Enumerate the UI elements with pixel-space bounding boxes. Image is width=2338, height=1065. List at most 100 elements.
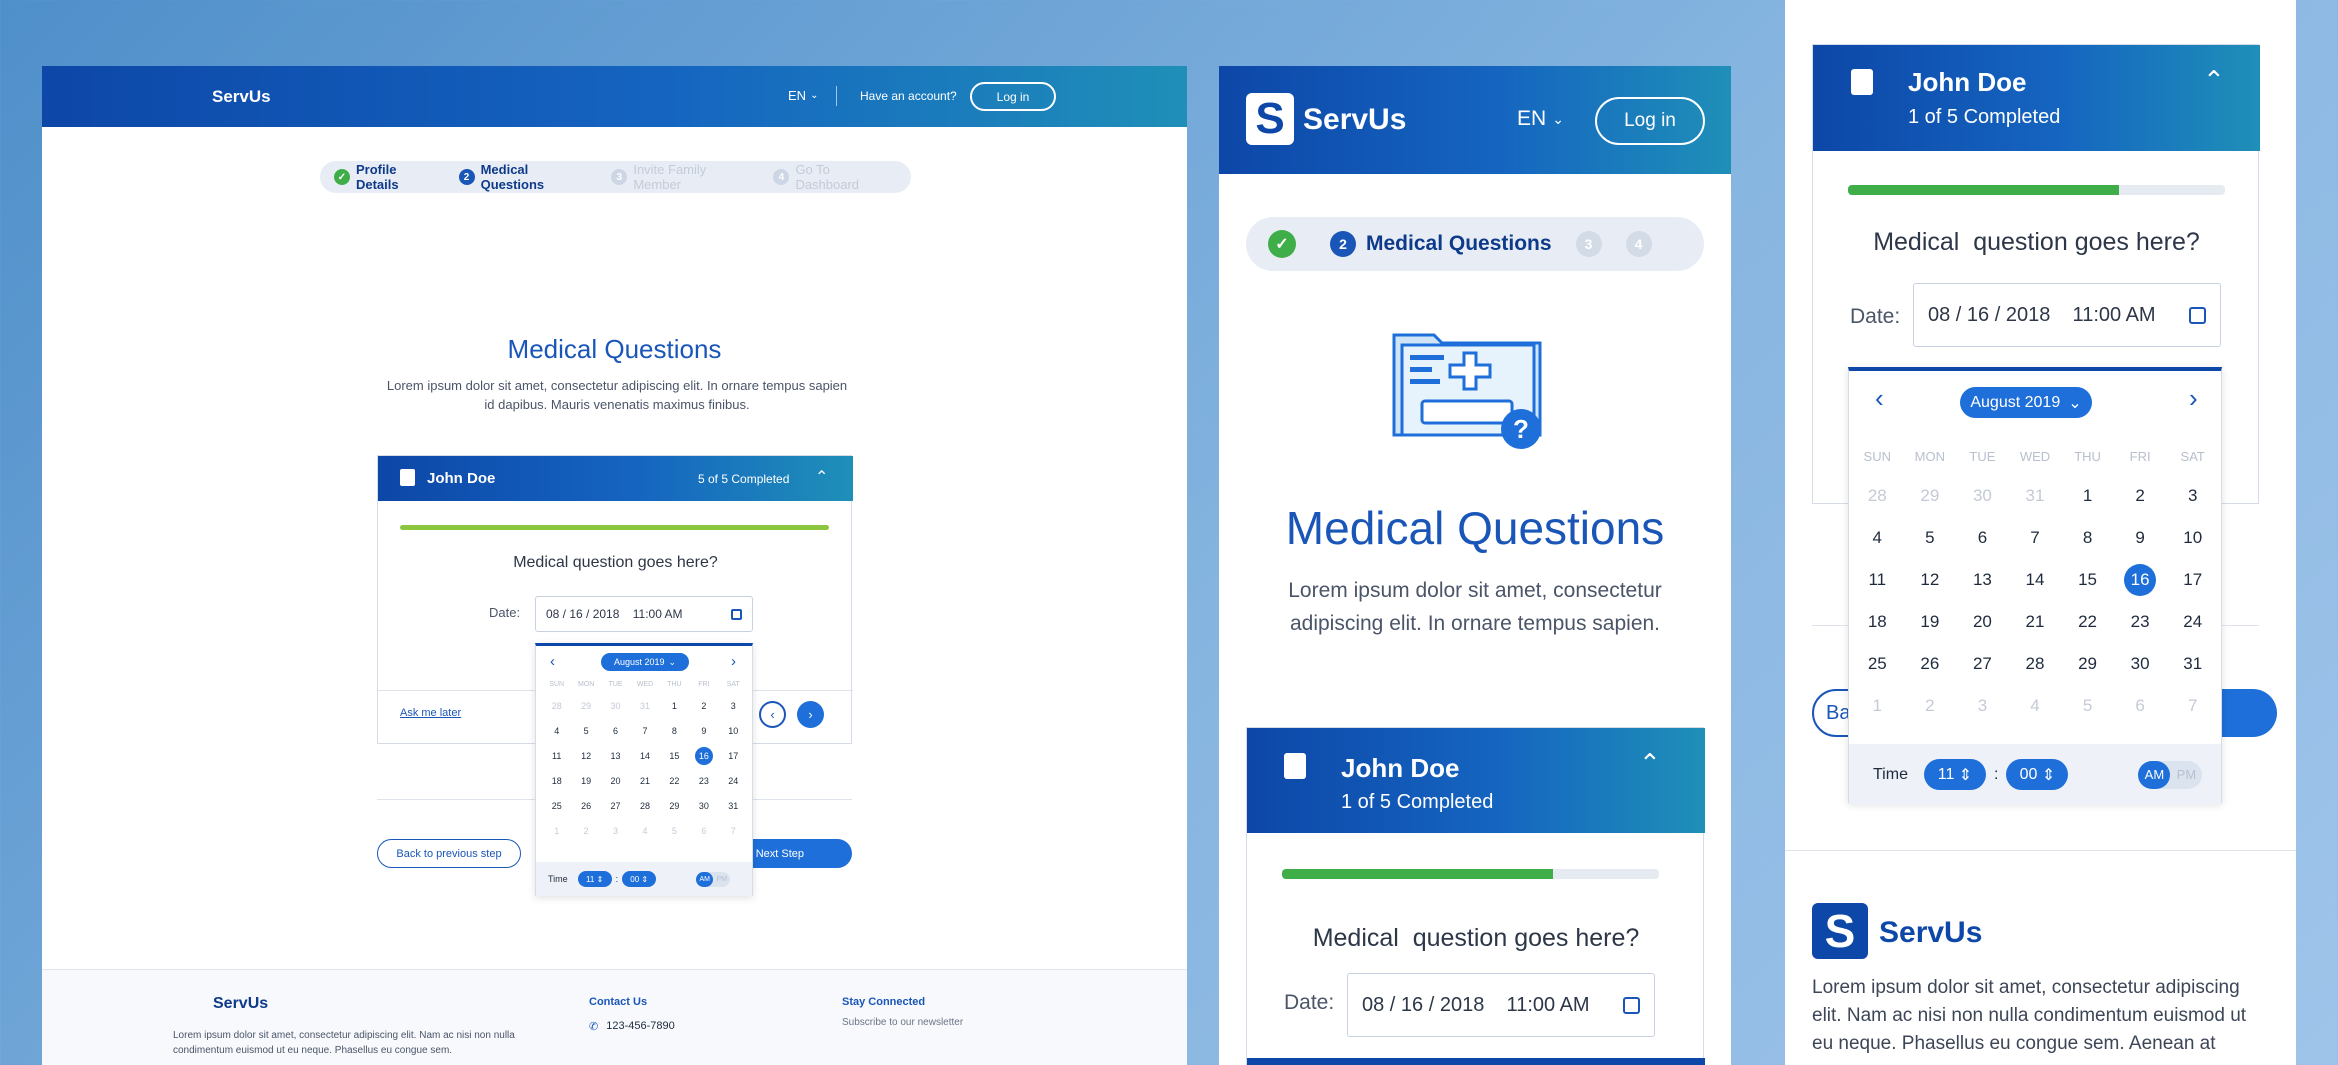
prev-question-button[interactable]: ‹: [759, 701, 786, 728]
calendar-day[interactable]: 31: [2009, 480, 2062, 512]
calendar-day[interactable]: 15: [660, 747, 689, 765]
calendar-day[interactable]: 10: [719, 722, 748, 740]
am-option[interactable]: AM: [696, 871, 714, 887]
calendar-day[interactable]: 21: [630, 772, 659, 790]
step-profile-details[interactable]: ✓ Profile Details: [334, 162, 443, 192]
calendar-day[interactable]: 3: [2166, 480, 2219, 512]
calendar-day[interactable]: 28: [542, 697, 571, 715]
card-header[interactable]: John Doe 1 of 5 Completed ⌃: [1813, 45, 2260, 151]
calendar-day[interactable]: 12: [1904, 564, 1957, 596]
calendar-day[interactable]: 21: [2009, 606, 2062, 638]
calendar-day[interactable]: 3: [1956, 690, 2009, 722]
calendar-day[interactable]: 22: [2061, 606, 2114, 638]
date-input[interactable]: 08 / 16 / 2018 11:00 AM: [1347, 973, 1655, 1037]
minute-stepper[interactable]: 00 ⇕: [2006, 759, 2069, 790]
contact-phone[interactable]: ✆ 123-456-7890: [589, 1020, 675, 1033]
step-number[interactable]: 4: [1625, 231, 1652, 257]
calendar-day[interactable]: 16: [2114, 564, 2167, 596]
card-header[interactable]: John Doe 5 of 5 Completed ⌃: [378, 456, 853, 501]
calendar-day[interactable]: 12: [571, 747, 600, 765]
calendar-day[interactable]: 22: [660, 772, 689, 790]
calendar-day[interactable]: 15: [2061, 564, 2114, 596]
calendar-day[interactable]: 30: [1956, 480, 2009, 512]
language-select[interactable]: EN ⌄: [1517, 107, 1564, 131]
calendar-day[interactable]: 6: [601, 722, 630, 740]
calendar-day[interactable]: 4: [2009, 690, 2062, 722]
calendar-day[interactable]: 28: [1851, 480, 1904, 512]
calendar-day[interactable]: 24: [2166, 606, 2219, 638]
servus-logo-icon[interactable]: S: [1812, 903, 1868, 959]
chevron-up-icon[interactable]: ⌃: [815, 467, 828, 487]
calendar-day[interactable]: 5: [571, 722, 600, 740]
month-select[interactable]: August 2019 ⌄: [1960, 387, 2092, 418]
calendar-day[interactable]: 14: [630, 747, 659, 765]
calendar-day[interactable]: 19: [1904, 606, 1957, 638]
calendar-day[interactable]: 31: [630, 697, 659, 715]
calendar-day[interactable]: 6: [2114, 690, 2167, 722]
calendar-day[interactable]: 27: [1956, 648, 2009, 680]
calendar-day[interactable]: 25: [1851, 648, 1904, 680]
calendar-day[interactable]: 1: [1851, 690, 1904, 722]
next-question-button[interactable]: ›: [797, 701, 824, 728]
calendar-day[interactable]: 8: [2061, 522, 2114, 554]
calendar-day[interactable]: 5: [2061, 690, 2114, 722]
chevron-right-icon[interactable]: ›: [731, 653, 736, 670]
calendar-day[interactable]: 20: [1956, 606, 2009, 638]
calendar-day[interactable]: 7: [2166, 690, 2219, 722]
calendar-day[interactable]: 23: [689, 772, 718, 790]
calendar-day[interactable]: 29: [2061, 648, 2114, 680]
calendar-day[interactable]: 9: [2114, 522, 2167, 554]
calendar-day[interactable]: 7: [2009, 522, 2062, 554]
calendar-day[interactable]: 30: [601, 697, 630, 715]
date-input[interactable]: 08 / 16 / 2018 11:00 AM: [1913, 283, 2221, 347]
calendar-day[interactable]: 24: [719, 772, 748, 790]
calendar-day[interactable]: 28: [630, 797, 659, 815]
calendar-day[interactable]: 13: [601, 747, 630, 765]
hour-stepper[interactable]: 11 ⇕: [577, 871, 612, 887]
calendar-day[interactable]: 4: [1851, 522, 1904, 554]
calendar-day[interactable]: 7: [630, 722, 659, 740]
calendar-day[interactable]: 2: [2114, 480, 2167, 512]
date-input[interactable]: 08 / 16 / 2018 11:00 AM: [535, 596, 753, 632]
calendar-day[interactable]: 30: [689, 797, 718, 815]
calendar-day[interactable]: 30: [2114, 648, 2167, 680]
calendar-day[interactable]: 1: [542, 822, 571, 840]
calendar-day[interactable]: 19: [571, 772, 600, 790]
calendar-day[interactable]: 16: [689, 747, 718, 765]
language-select[interactable]: EN ⌄: [788, 88, 818, 103]
calendar-day[interactable]: 3: [719, 697, 748, 715]
calendar-day[interactable]: 17: [2166, 564, 2219, 596]
ampm-toggle[interactable]: AM PM: [696, 871, 731, 887]
calendar-day[interactable]: 18: [542, 772, 571, 790]
back-button[interactable]: Back to previous step: [377, 839, 521, 868]
step-medical-questions[interactable]: 2 Medical Questions: [1330, 231, 1552, 257]
calendar-day[interactable]: 8: [660, 722, 689, 740]
check-icon[interactable]: ✓: [1268, 230, 1296, 258]
calendar-day[interactable]: 31: [719, 797, 748, 815]
calendar-day[interactable]: 17: [719, 747, 748, 765]
calendar-day[interactable]: 5: [1904, 522, 1957, 554]
chevron-right-icon[interactable]: ›: [2189, 383, 2198, 414]
ask-later-link[interactable]: Ask me later: [400, 707, 461, 719]
calendar-day[interactable]: 29: [1904, 480, 1957, 512]
calendar-day[interactable]: 14: [2009, 564, 2062, 596]
calendar-day[interactable]: 2: [1904, 690, 1957, 722]
calendar-day[interactable]: 9: [689, 722, 718, 740]
calendar-day[interactable]: 6: [1956, 522, 2009, 554]
calendar-day[interactable]: 29: [660, 797, 689, 815]
pm-option[interactable]: PM: [2170, 761, 2202, 789]
am-option[interactable]: AM: [2138, 760, 2171, 789]
calendar-day[interactable]: 29: [571, 697, 600, 715]
calendar-day[interactable]: 26: [571, 797, 600, 815]
login-button[interactable]: Log in: [970, 82, 1056, 111]
step-invite-family[interactable]: 3 Invite Family Member: [611, 162, 757, 192]
chevron-left-icon[interactable]: ‹: [550, 653, 555, 670]
calendar-day[interactable]: 27: [601, 797, 630, 815]
calendar-day[interactable]: 3: [601, 822, 630, 840]
month-select[interactable]: August 2019 ⌄: [601, 653, 689, 671]
ampm-toggle[interactable]: AM PM: [2138, 760, 2203, 789]
login-button[interactable]: Log in: [1595, 97, 1705, 145]
step-number[interactable]: 3: [1575, 231, 1602, 257]
step-go-dashboard[interactable]: 4 Go To Dashboard: [773, 162, 897, 192]
calendar-day[interactable]: 31: [2166, 648, 2219, 680]
